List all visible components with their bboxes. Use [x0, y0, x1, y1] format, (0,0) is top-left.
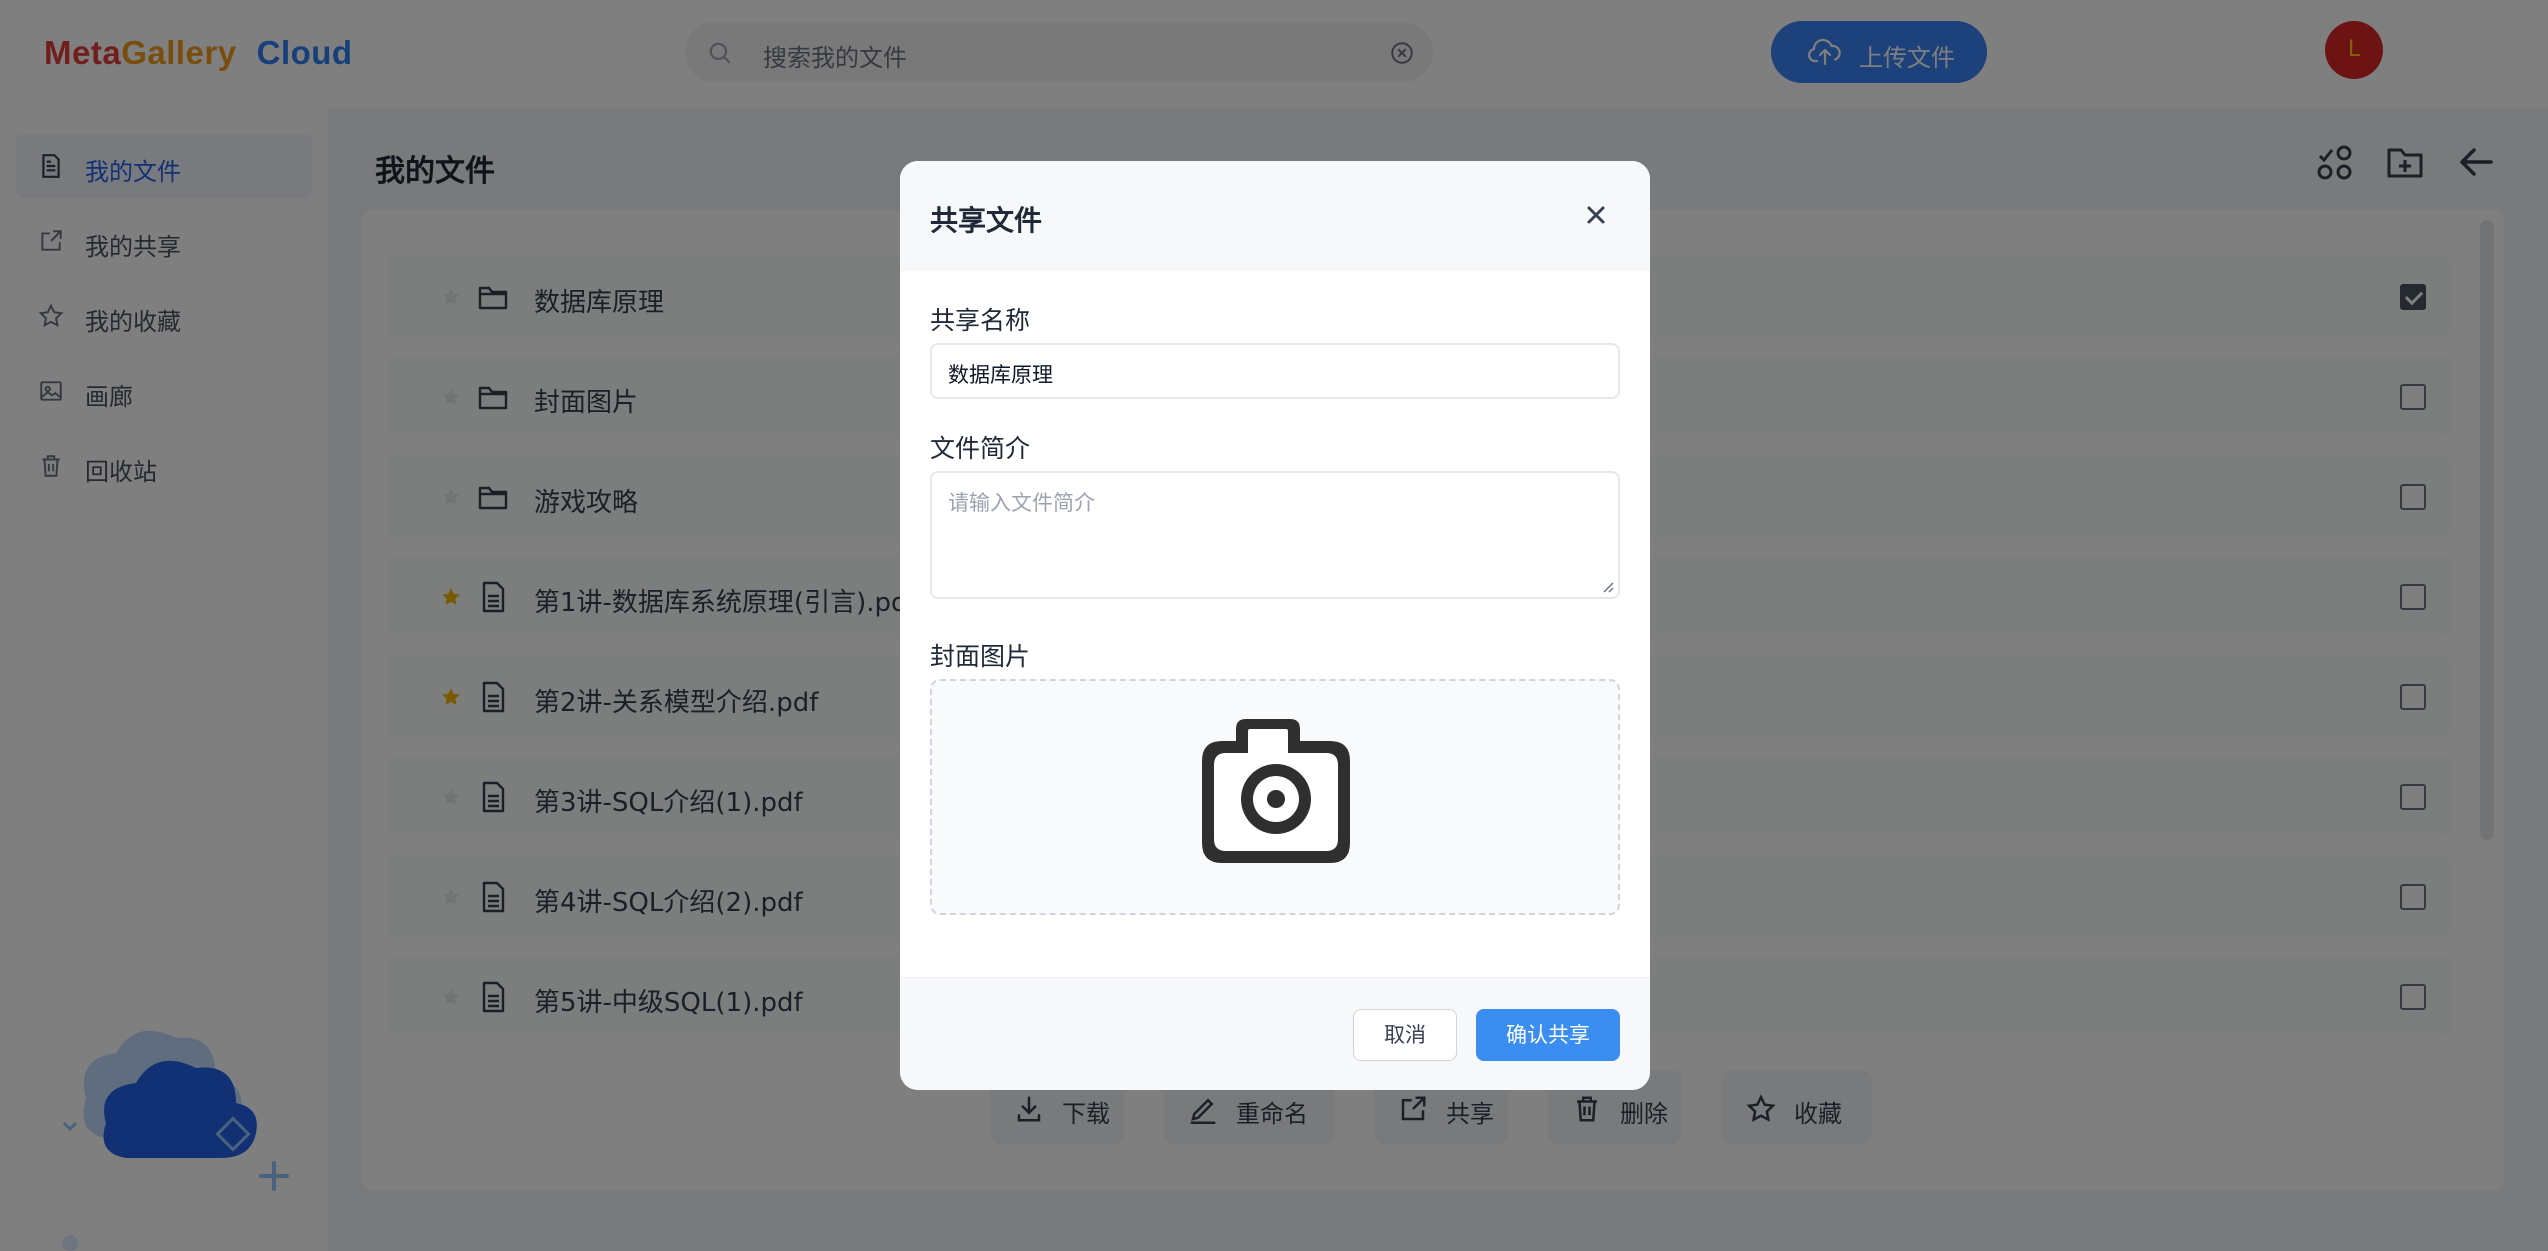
dialog-header: 共享文件 [900, 161, 1650, 271]
cover-image-label: 封面图片 [930, 642, 1031, 671]
close-icon[interactable] [1584, 203, 1608, 227]
share-name-input[interactable]: 数据库原理 [930, 343, 1620, 399]
resize-handle-icon[interactable] [1600, 579, 1614, 593]
cover-image-upload[interactable] [930, 679, 1620, 915]
share-file-dialog: 共享文件 共享名称 数据库原理 文件简介 请输入文件简介 封面图片 取消 确认共… [900, 161, 1650, 1090]
description-placeholder: 请输入文件简介 [948, 491, 1095, 515]
cancel-button[interactable]: 取消 [1353, 1009, 1457, 1061]
dialog-footer: 取消 确认共享 [900, 977, 1650, 1090]
camera-icon [1202, 719, 1350, 863]
description-textarea[interactable]: 请输入文件简介 [930, 471, 1620, 599]
description-label: 文件简介 [930, 434, 1031, 463]
dialog-title: 共享文件 [930, 204, 1043, 237]
confirm-share-button[interactable]: 确认共享 [1476, 1009, 1620, 1061]
share-name-label: 共享名称 [930, 306, 1031, 335]
